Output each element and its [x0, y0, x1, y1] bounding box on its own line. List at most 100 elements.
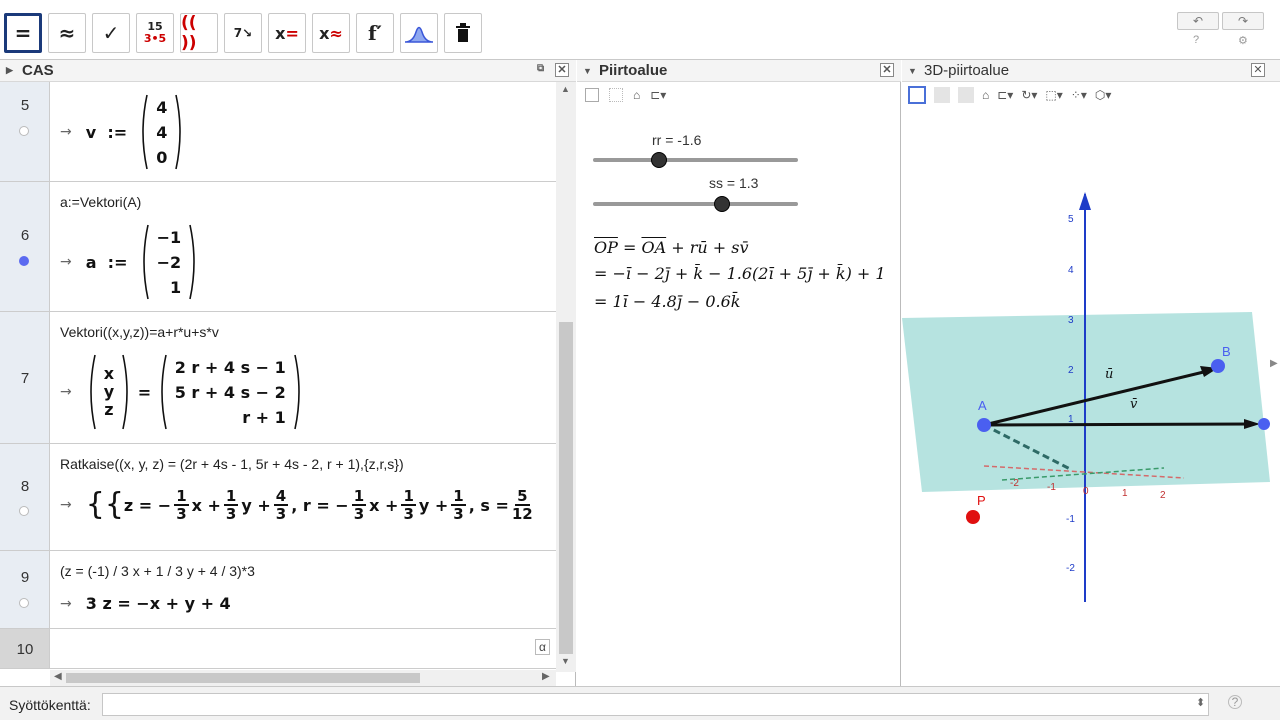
z-tick-2: 2 — [1068, 365, 1074, 376]
cas-input[interactable]: a:=Vektori(A) — [60, 194, 141, 210]
solve-icon: x= — [275, 23, 299, 43]
visibility-toggle[interactable] — [19, 256, 29, 266]
cas-row[interactable]: 10 α — [0, 629, 556, 669]
solve-numeric-icon: x≈ — [319, 23, 343, 43]
scroll-left-icon[interactable]: ◀ — [54, 671, 62, 682]
vector-rhs: 2 r + 4 s − 15 r + 4 s − 2r + 1 — [157, 354, 304, 430]
collapse-triangle-icon[interactable]: ▼ — [583, 66, 592, 76]
cas-row[interactable]: 9 (z = (-1) / 3 x + 1 / 3 y + 4 / 3)*3 →… — [0, 551, 556, 629]
view3d-canvas: 5 4 3 2 1 -1 -2 -2 -1 0 1 2 A B P ū v̄ — [902, 192, 1270, 602]
right-paren — [122, 354, 128, 430]
slider-rr-knob[interactable] — [650, 152, 667, 168]
input-bar-label: Syöttökenttä: — [9, 697, 91, 713]
visibility-toggle[interactable] — [19, 598, 29, 608]
undock-icon[interactable]: ⧉ — [537, 63, 544, 74]
cas-row[interactable]: 7 Vektori((x,y,z))=a+r*u+s*v → xyz = 2 r… — [0, 312, 556, 444]
input-help-icon[interactable]: ? — [1228, 695, 1242, 709]
left-paren — [160, 354, 167, 430]
undo-icon: ↶ — [1192, 14, 1204, 28]
help-icon[interactable]: ? — [1193, 34, 1199, 46]
view3d-close-button[interactable]: ✕ — [1251, 63, 1265, 77]
graphics-close-button[interactable]: ✕ — [880, 63, 894, 77]
redo-icon: ↷ — [1237, 14, 1249, 28]
substitute-icon: 7↘ — [233, 26, 253, 40]
home-icon[interactable]: ⌂ — [633, 88, 640, 102]
svg-text:0: 0 — [1083, 486, 1089, 497]
cas-horizontal-scrollbar[interactable]: ◀ ▶ — [50, 670, 556, 686]
point-c — [1258, 418, 1270, 430]
cas-vertical-scrollbar[interactable]: ▲ ▼ — [556, 82, 576, 672]
cas-row[interactable]: 5 → v := 440 — [0, 82, 556, 182]
z-tick-5: 5 — [1068, 214, 1074, 225]
z-tick-minus1: -1 — [1066, 514, 1075, 525]
visibility-toggle[interactable] — [19, 506, 29, 516]
collapse-triangle-icon[interactable]: ▼ — [908, 66, 917, 76]
label-a: A — [978, 398, 987, 413]
expand-tool-button[interactable]: (( )) — [180, 13, 218, 53]
graphics-panel-header: ▼ Piirtoalue ✕ — [577, 60, 901, 82]
delete-tool-button[interactable] — [444, 13, 482, 53]
redo-button[interactable]: ↷ — [1222, 12, 1264, 30]
scroll-thumb[interactable] — [559, 322, 573, 654]
command-input-field[interactable] — [102, 693, 1209, 716]
point-b — [1211, 359, 1225, 373]
collapse-triangle-icon[interactable]: ▶ — [6, 65, 13, 76]
point-capture-icon[interactable]: ⊏▾ — [650, 88, 666, 102]
scroll-thumb[interactable] — [66, 673, 420, 683]
evaluate-tool-button[interactable]: = — [4, 13, 42, 53]
z-tick-4: 4 — [1068, 265, 1074, 276]
view3d[interactable]: ⌂ ⊏▾ ↻▾ ⬚▾ ⁘▾ ⬡▾ ▶ 5 4 3 2 1 -1 -2 -2 -1… — [902, 82, 1280, 686]
numeric-tool-button[interactable]: ≈ — [48, 13, 86, 53]
axes-toggle-icon[interactable] — [585, 88, 599, 102]
probability-tool-button[interactable] — [400, 13, 438, 53]
cas-panel-header: ▶ CAS ⧉ ✕ — [0, 60, 576, 82]
slider-ss-track[interactable] — [593, 202, 798, 206]
cas-row[interactable]: 6 a:=Vektori(A) → a := −1 −2 1 — [0, 182, 556, 312]
bell-curve-icon — [404, 26, 434, 43]
left-paren — [142, 224, 149, 300]
scroll-up-icon[interactable]: ▲ — [561, 84, 570, 94]
cas-row[interactable]: 8 Ratkaise((x, y, z) = (2r + 4s - 1, 5r … — [0, 444, 556, 551]
right-paren — [189, 224, 195, 300]
cas-output: → {{z = −1 3 x +1 3 y +4 3, r = −1 3 x +1 3 y +1 3… — [60, 487, 533, 523]
cas-row-number: 10 — [0, 629, 50, 668]
cas-row-number: 9 — [0, 551, 50, 628]
cas-close-button[interactable]: ✕ — [555, 63, 569, 77]
grid-toggle-icon[interactable] — [609, 88, 623, 102]
solve-tool-button[interactable]: x= — [268, 13, 306, 53]
cas-row-number: 8 — [0, 444, 50, 550]
derivative-icon: f′ — [368, 21, 382, 45]
right-paren — [175, 94, 182, 170]
alpha-keyboard-button[interactable]: α — [535, 639, 550, 655]
cas-view: 5 → v := 440 6 a:=Vektori(A) → a := −1 −2… — [0, 82, 576, 686]
scroll-down-icon[interactable]: ▼ — [561, 656, 570, 666]
cas-output: → a := −1 −2 1 — [60, 224, 199, 300]
slider-ss-label: ss = 1.3 — [709, 175, 759, 191]
keep-input-tool-button[interactable]: ✓ — [92, 13, 130, 53]
vector-xyz: xyz — [86, 354, 132, 430]
slider-rr-track[interactable] — [593, 158, 798, 162]
cas-input[interactable]: Vektori((x,y,z))=a+r*u+s*v — [60, 324, 219, 340]
right-paren — [293, 354, 300, 430]
cas-input[interactable]: Ratkaise((x, y, z) = (2r + 4s - 1, 5r + … — [60, 456, 404, 472]
factor-tool-button[interactable]: 15 3•5 — [136, 13, 174, 53]
substitute-tool-button[interactable]: 7↘ — [224, 13, 262, 53]
scroll-right-icon[interactable]: ▶ — [542, 671, 550, 682]
vector-v: 440 — [138, 94, 185, 170]
settings-gear-icon[interactable]: ⚙ — [1238, 34, 1248, 47]
cas-output: → 3 z = −x + y + 4 — [60, 594, 231, 613]
label-v: v̄ — [1130, 397, 1138, 412]
input-dropdown-icon[interactable]: ⬍ — [1196, 696, 1205, 709]
derivative-tool-button[interactable]: f′ — [356, 13, 394, 53]
cas-input[interactable]: (z = (-1) / 3 x + 1 / 3 y + 4 / 3)*3 — [60, 563, 255, 579]
undo-button[interactable]: ↶ — [1177, 12, 1219, 30]
arrow-icon: → — [60, 254, 72, 270]
factor-icon-bottom: 3•5 — [143, 32, 167, 45]
graphics-view[interactable]: ⌂ ⊏▾ rr = -1.6 ss = 1.3 OP = OA + rū + s… — [577, 82, 901, 686]
cas-title: CAS — [22, 62, 54, 79]
cas-row-number: 6 — [0, 182, 50, 311]
visibility-toggle[interactable] — [19, 126, 29, 136]
point-a — [977, 418, 991, 432]
slider-ss-knob[interactable] — [714, 196, 731, 212]
solve-numerically-tool-button[interactable]: x≈ — [312, 13, 350, 53]
